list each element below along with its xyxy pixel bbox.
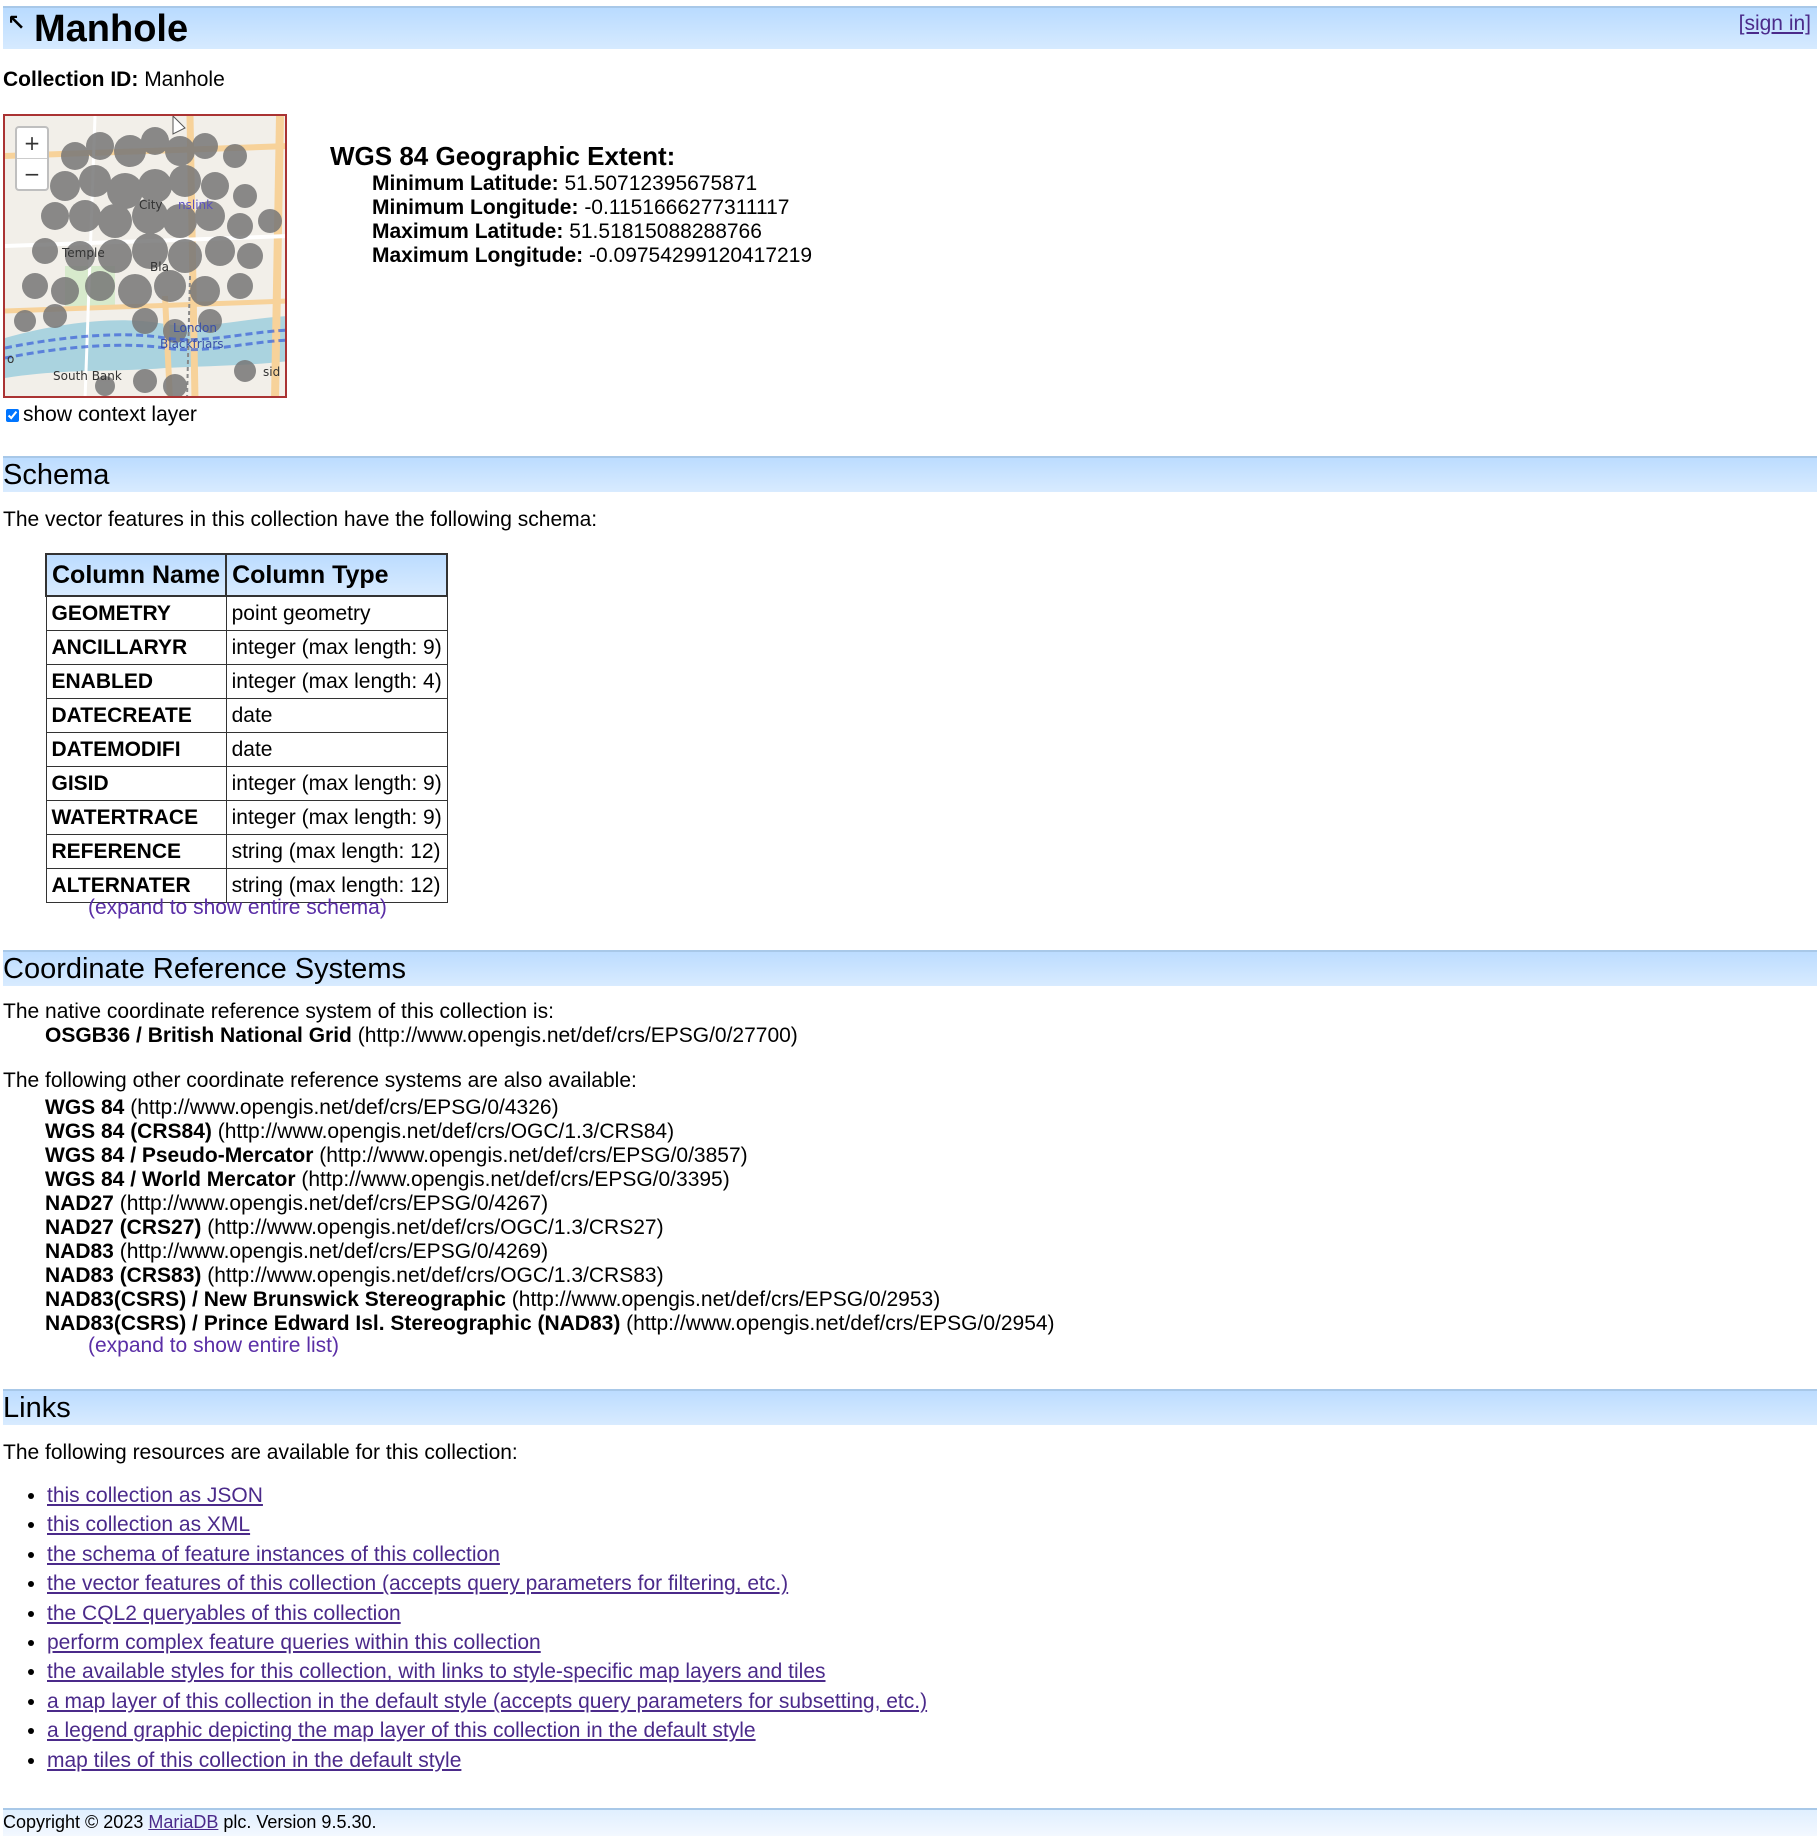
context-layer-toggle[interactable]: show context layer: [6, 403, 197, 427]
crs-item: NAD83 (CRS83) (http://www.opengis.net/de…: [45, 1264, 664, 1287]
table-row: ANCILLARYR integer (max length: 9): [45, 630, 448, 665]
extent-heading: WGS 84 Geographic Extent:: [330, 141, 676, 171]
crs-heading: Coordinate Reference Systems: [3, 953, 406, 985]
resource-link[interactable]: the available styles for this collection…: [47, 1660, 826, 1683]
crs-native: OSGB36 / British National Grid (http://w…: [45, 1024, 798, 1048]
expand-schema-link[interactable]: (expand to show entire schema): [88, 896, 387, 920]
context-layer-checkbox[interactable]: [6, 408, 19, 422]
table-row: ENABLED integer (max length: 4): [45, 664, 448, 699]
resource-link[interactable]: this collection as JSON: [47, 1484, 263, 1507]
list-item: a legend graphic depicting the map layer…: [47, 1716, 927, 1745]
links-heading: Links: [3, 1392, 71, 1424]
schema-heading: Schema: [3, 459, 110, 491]
zoom-in-button[interactable]: +: [17, 128, 47, 158]
crs-item: WGS 84 (CRS84) (http://www.opengis.net/d…: [45, 1120, 675, 1143]
resource-link[interactable]: a legend graphic depicting the map layer…: [47, 1719, 756, 1742]
extent-row: Maximum Latitude: 51.51815088288766: [372, 220, 762, 243]
links-intro: The following resources are available fo…: [3, 1441, 518, 1464]
zoom-control: + −: [15, 126, 49, 191]
page-title: Manhole: [34, 8, 189, 50]
crs-item: NAD27 (CRS27) (http://www.opengis.net/de…: [45, 1216, 664, 1239]
crs-native-intro: The native coordinate reference system o…: [3, 1000, 554, 1023]
road: [271, 116, 284, 396]
sign-in-link[interactable]: [sign in]: [1739, 12, 1811, 36]
crs-item: NAD83(CSRS) / New Brunswick Stereographi…: [45, 1288, 941, 1311]
resource-link[interactable]: the vector features of this collection (…: [47, 1572, 788, 1595]
map-label: Blackfriars: [160, 337, 224, 351]
links-section-header: Links: [3, 1389, 1817, 1425]
page: ↖ Manhole [sign in] Collection ID: Manho…: [0, 0, 1818, 1836]
crs-uri: (http://www.opengis.net/def/crs/EPSG/0/2…: [357, 1024, 798, 1047]
collection-map[interactable]: City nslink Temple Bla London Blackfriar…: [3, 114, 287, 398]
footer-prefix: Copyright © 2023: [3, 1812, 149, 1832]
links-list: this collection as JSON this collection …: [24, 1481, 927, 1775]
map-label: City: [139, 198, 163, 212]
crs-item: NAD83 (http://www.opengis.net/def/crs/EP…: [45, 1240, 549, 1263]
column-header-type: Column Type: [225, 553, 449, 597]
table-row: DATEMODIFI date: [45, 732, 448, 767]
collection-id-label: Collection ID:: [3, 68, 139, 91]
list-item: the vector features of this collection (…: [47, 1569, 927, 1598]
schema-section-header: Schema: [3, 456, 1817, 492]
back-arrow-icon[interactable]: ↖: [7, 12, 25, 34]
crs-name: OSGB36 / British National Grid: [45, 1024, 352, 1047]
list-item: the schema of feature instances of this …: [47, 1540, 927, 1569]
resource-link[interactable]: the CQL2 queryables of this collection: [47, 1602, 401, 1625]
expand-crs-link[interactable]: (expand to show entire list): [88, 1334, 339, 1358]
map-label: Temple: [61, 246, 105, 260]
geographic-extent: WGS 84 Geographic Extent: Minimum Latitu…: [330, 140, 812, 268]
table-row: DATECREATE date: [45, 698, 448, 733]
crs-section-header: Coordinate Reference Systems: [3, 950, 1817, 986]
schema-table: Column Name Column Type GEOMETRY point ge…: [44, 553, 449, 903]
context-layer-label: show context layer: [23, 403, 197, 426]
table-row: GISID integer (max length: 9): [45, 766, 448, 801]
mariadb-link[interactable]: MariaDB: [148, 1812, 218, 1832]
map-label: London: [173, 321, 217, 335]
footer: Copyright © 2023 MariaDB plc. Version 9.…: [3, 1808, 1817, 1836]
list-item: the available styles for this collection…: [47, 1657, 927, 1686]
crs-item: WGS 84 (http://www.opengis.net/def/crs/E…: [45, 1096, 559, 1119]
table-row: REFERENCE string (max length: 12): [45, 834, 448, 869]
sign-in-link-text[interactable]: [sign in]: [1739, 12, 1811, 35]
map-label: Bla: [150, 260, 169, 274]
collection-id: Collection ID: Manhole: [3, 68, 225, 92]
crs-list: WGS 84 (http://www.opengis.net/def/crs/E…: [45, 1096, 1055, 1336]
resource-link[interactable]: map tiles of this collection in the defa…: [47, 1749, 461, 1772]
table-row: WATERTRACE integer (max length: 9): [45, 800, 448, 835]
map-label: nslink: [178, 198, 213, 212]
extent-row: Minimum Longitude: -0.1151666277311117: [372, 196, 790, 219]
crs-item: NAD27 (http://www.opengis.net/def/crs/EP…: [45, 1192, 549, 1215]
list-item: this collection as XML: [47, 1510, 927, 1539]
crs-item: WGS 84 / Pseudo-Mercator (http://www.ope…: [45, 1144, 748, 1167]
zoom-out-button[interactable]: −: [17, 158, 47, 189]
map-label: sid: [263, 365, 280, 379]
list-item: map tiles of this collection in the defa…: [47, 1746, 927, 1775]
resource-link[interactable]: a map layer of this collection in the de…: [47, 1690, 927, 1713]
schema-intro: The vector features in this collection h…: [3, 508, 598, 531]
map-label: o: [7, 352, 14, 366]
extent-row: Minimum Latitude: 51.50712395675871: [372, 172, 758, 195]
list-item: the CQL2 queryables of this collection: [47, 1599, 927, 1628]
collection-id-value: Manhole: [144, 68, 225, 91]
crs-others-intro: The following other coordinate reference…: [3, 1069, 637, 1092]
resource-link[interactable]: the schema of feature instances of this …: [47, 1543, 500, 1566]
extent-row: Maximum Longitude: -0.09754299120417219: [372, 244, 813, 267]
resource-link[interactable]: perform complex feature queries within t…: [47, 1631, 541, 1654]
list-item: this collection as JSON: [47, 1481, 927, 1510]
list-item: perform complex feature queries within t…: [47, 1628, 927, 1657]
crs-item: WGS 84 / World Mercator (http://www.open…: [45, 1168, 730, 1191]
list-item: a map layer of this collection in the de…: [47, 1687, 927, 1716]
footer-suffix: plc. Version 9.5.30.: [218, 1812, 377, 1832]
map-label: South Bank: [53, 369, 122, 383]
resource-link[interactable]: this collection as XML: [47, 1513, 250, 1536]
column-header-name: Column Name: [44, 553, 228, 597]
crs-item: NAD83(CSRS) / Prince Edward Isl. Stereog…: [45, 1312, 1055, 1335]
table-row: GEOMETRY point geometry: [45, 595, 448, 631]
title-bar: ↖ Manhole [sign in]: [3, 6, 1817, 50]
